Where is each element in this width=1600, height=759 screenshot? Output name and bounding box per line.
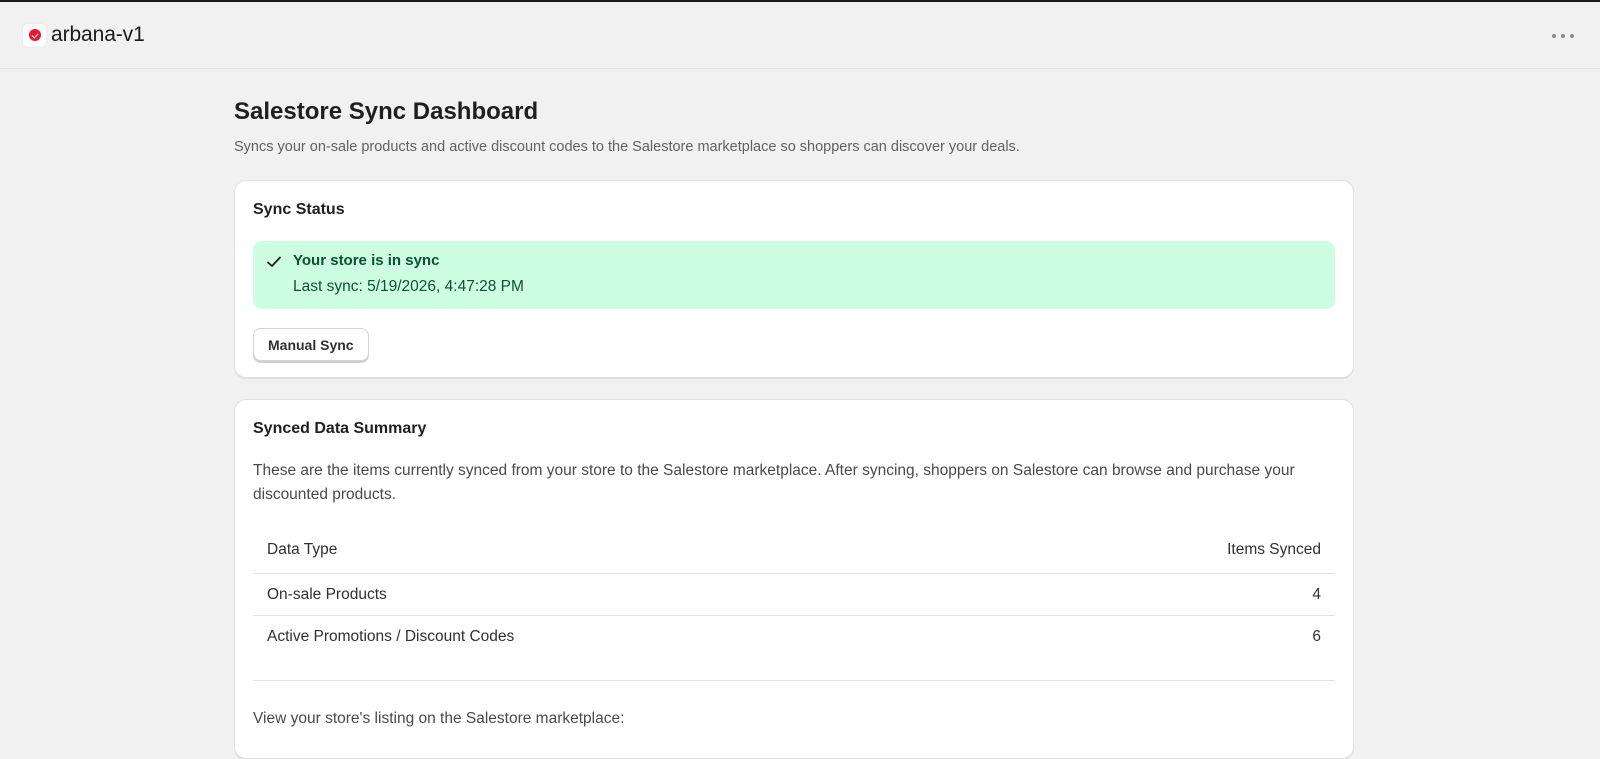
app-logo-icon (23, 23, 46, 47)
sync-success-banner: Your store is in sync Last sync: 5/19/20… (253, 241, 1335, 309)
items-synced-cell: 4 (1312, 585, 1321, 603)
dot (1552, 34, 1556, 38)
sync-status-heading: Sync Status (253, 201, 345, 218)
app-header: arbana-v1 (0, 2, 1600, 69)
table-header-row: Data Type Items Synced (253, 526, 1335, 574)
column-header-items-synced: Items Synced (1227, 540, 1321, 558)
app-logo-badge (28, 29, 41, 41)
page-content: Salestore Sync Dashboard Syncs your on-s… (234, 96, 1354, 759)
synced-data-summary-card: Synced Data Summary These are the items … (234, 399, 1354, 759)
checkmark-icon (267, 256, 281, 267)
banner-title: Your store is in sync (293, 252, 440, 269)
app-title: arbana-v1 (51, 23, 145, 46)
last-sync-text: Last sync: 5/19/2026, 4:47:28 PM (293, 278, 524, 295)
synced-data-table: Data Type Items Synced On-sale Products … (253, 526, 1335, 658)
summary-heading: Synced Data Summary (253, 420, 427, 437)
marketplace-listing-text: View your store's listing on the Salesto… (253, 710, 625, 727)
ellipsis-horizontal-icon[interactable] (1552, 28, 1574, 44)
sync-status-card: Sync Status Your store is in sync Last s… (234, 180, 1354, 378)
dot (1561, 34, 1565, 38)
page-subtitle: Syncs your on-sale products and active d… (234, 139, 1020, 155)
section-divider (253, 680, 1335, 681)
dot (1570, 34, 1574, 38)
page-title: Salestore Sync Dashboard (234, 98, 539, 125)
column-header-data-type: Data Type (267, 540, 338, 558)
data-type-cell: Active Promotions / Discount Codes (267, 628, 515, 645)
summary-description: These are the items currently synced fro… (253, 462, 1295, 503)
table-row: On-sale Products 4 (253, 574, 1335, 616)
items-synced-cell: 6 (1312, 628, 1321, 645)
data-type-cell: On-sale Products (267, 585, 387, 603)
manual-sync-button[interactable]: Manual Sync (253, 328, 369, 361)
table-row: Active Promotions / Discount Codes 6 (253, 616, 1335, 658)
